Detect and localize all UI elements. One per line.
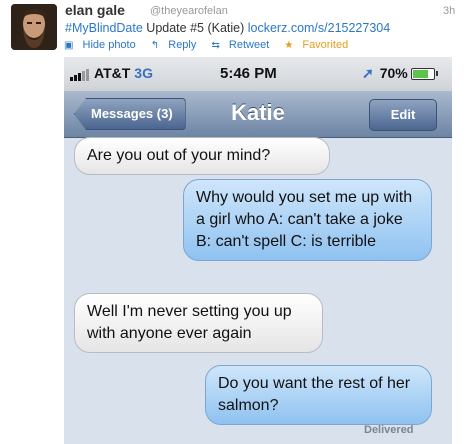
tweet-actions: ▣ Hide photo ↰ Reply ⇆ Retweet ★ Favorit… <box>64 39 360 51</box>
battery-status: ➚ 70% <box>362 65 438 82</box>
messages-nav-bar: Messages (3) Katie Edit <box>64 91 452 138</box>
hide-photo-action[interactable]: ▣ Hide photo <box>64 39 142 51</box>
attached-photo[interactable]: AT&T 3G 5:46 PM ➚ 70% Messages (3) Katie E… <box>64 57 452 444</box>
message-bubble-incoming: Are you out of your mind? <box>74 137 330 175</box>
message-bubble-incoming: Well I'm never setting you up with anyon… <box>74 293 323 353</box>
hashtag-link[interactable]: #MyBlindDate <box>65 21 143 35</box>
signal-icon <box>70 65 90 81</box>
ios-status-bar: AT&T 3G 5:46 PM ➚ 70% <box>64 57 452 91</box>
favorite-action[interactable]: ★ Favorited <box>284 39 354 51</box>
network-type: 3G <box>134 65 153 81</box>
tweet-url-link[interactable]: lockerz.com/s/215227304 <box>248 21 390 35</box>
tweet-card: elan gale @theyearofelan 3h #MyBlindDate… <box>0 0 468 444</box>
retweet-icon: ⇆ <box>211 40 220 51</box>
delivered-status: Delivered <box>364 424 414 436</box>
star-icon: ★ <box>284 40 294 51</box>
author-handle[interactable]: @theyearofelan <box>150 5 228 17</box>
reply-action[interactable]: ↰ Reply <box>151 39 203 51</box>
avatar[interactable] <box>11 4 57 50</box>
carrier: AT&T 3G <box>70 65 153 81</box>
edit-button[interactable]: Edit <box>369 99 437 131</box>
photo-icon: ▣ <box>64 40 74 51</box>
message-bubble-outgoing: Why would you set me up with a girl who … <box>183 179 432 261</box>
message-bubble-outgoing: Do you want the rest of her salmon? <box>205 365 432 425</box>
tweet-time[interactable]: 3h <box>443 5 455 17</box>
reply-icon: ↰ <box>150 40 160 51</box>
tweet-body: Update #5 (Katie) <box>142 21 248 35</box>
battery-icon <box>410 68 438 81</box>
tweet-text: #MyBlindDate Update #5 (Katie) lockerz.c… <box>65 21 390 35</box>
author-name[interactable]: elan gale <box>65 2 125 18</box>
retweet-action[interactable]: ⇆ Retweet <box>211 39 275 51</box>
status-time: 5:46 PM <box>220 65 277 82</box>
location-arrow-icon: ➚ <box>362 65 374 81</box>
